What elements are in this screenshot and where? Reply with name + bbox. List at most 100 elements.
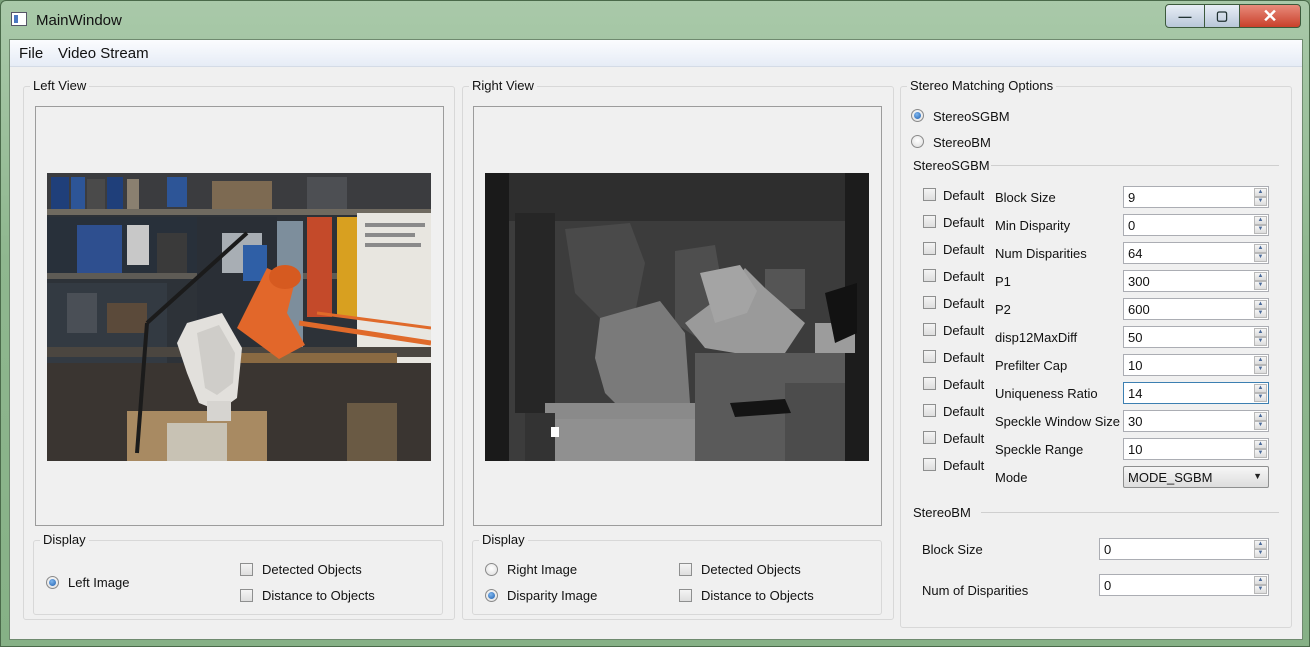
param-label-min-disparity: Min Disparity: [995, 218, 1071, 233]
spin-up-icon[interactable]: ▲: [1254, 300, 1267, 309]
param-label-num-disparities: Num Disparities: [995, 246, 1087, 261]
bm-label-num-of-disparities: Num of Disparities: [922, 583, 1029, 598]
left-detected-objects-checkbox[interactable]: [240, 563, 253, 576]
spin-up-icon[interactable]: ▲: [1254, 576, 1267, 585]
default-checkbox-p2[interactable]: [923, 296, 936, 309]
spin-up-icon[interactable]: ▲: [1254, 412, 1267, 421]
spin-down-icon[interactable]: ▼: [1254, 549, 1267, 558]
stereo-sgbm-radio-label: StereoSGBM: [933, 109, 1010, 124]
left-image-frame: [35, 106, 444, 526]
stereo-bm-radio[interactable]: [911, 135, 924, 148]
maximize-button[interactable]: ▢: [1204, 4, 1240, 28]
spin-down-icon[interactable]: ▼: [1254, 197, 1267, 206]
spin-up-icon[interactable]: ▲: [1254, 356, 1267, 365]
spin-value: 600: [1128, 302, 1150, 317]
spin-down-icon[interactable]: ▼: [1254, 253, 1267, 262]
default-checkbox-prefilter-cap[interactable]: [923, 350, 936, 363]
left-image-label: Left Image: [68, 575, 130, 590]
default-label: Default: [943, 215, 985, 230]
default-checkbox-speckle-window-size[interactable]: [923, 404, 936, 417]
p2-spinbox[interactable]: 600 ▲ ▼: [1123, 298, 1269, 320]
mode-selected-value: MODE_SGBM: [1128, 470, 1213, 485]
default-checkbox-uniqueness-ratio[interactable]: [923, 377, 936, 390]
left-view-title: Left View: [30, 78, 90, 93]
minimize-button[interactable]: —: [1165, 4, 1205, 28]
speckle-range-spinbox[interactable]: 10 ▲ ▼: [1123, 438, 1269, 460]
param-label-disp12maxdiff: disp12MaxDiff: [995, 330, 1078, 345]
spin-down-icon[interactable]: ▼: [1254, 309, 1267, 318]
disp12maxdiff-spinbox[interactable]: 50 ▲ ▼: [1123, 326, 1269, 348]
default-label: Default: [943, 269, 985, 284]
disparity-image-radio[interactable]: [485, 589, 498, 602]
p1-spinbox[interactable]: 300 ▲ ▼: [1123, 270, 1269, 292]
num-disparities-spinbox[interactable]: 64 ▲ ▼: [1123, 242, 1269, 264]
spin-up-icon[interactable]: ▲: [1254, 272, 1267, 281]
spin-value: 10: [1128, 358, 1143, 373]
window-title: MainWindow: [36, 12, 122, 29]
main-window-client: File Video Stream Left View Display Left…: [9, 39, 1303, 640]
spin-down-icon[interactable]: ▼: [1254, 393, 1267, 402]
menu-video-stream[interactable]: Video Stream: [58, 45, 149, 62]
bm-num-disparities-spinbox[interactable]: 0 ▲ ▼: [1099, 574, 1269, 596]
title-bar[interactable]: MainWindow — ▢ ✕: [1, 1, 1310, 39]
spin-down-icon[interactable]: ▼: [1254, 449, 1267, 458]
chevron-down-icon: ▼: [1253, 471, 1262, 481]
default-checkbox-speckle-range[interactable]: [923, 431, 936, 444]
left-image-radio[interactable]: [46, 576, 59, 589]
param-label-prefilter-cap: Prefilter Cap: [995, 358, 1068, 373]
spin-up-icon[interactable]: ▲: [1254, 440, 1267, 449]
disparity-image: [485, 173, 869, 461]
param-label-p2: P2: [995, 302, 1011, 317]
left-distance-checkbox[interactable]: [240, 589, 253, 602]
default-checkbox-mode[interactable]: [923, 458, 936, 471]
speckle-window-size-spinbox[interactable]: 30 ▲ ▼: [1123, 410, 1269, 432]
right-distance-label: Distance to Objects: [701, 588, 814, 603]
spin-up-icon[interactable]: ▲: [1254, 540, 1267, 549]
default-checkbox-num-disparities[interactable]: [923, 242, 936, 255]
bm-block-size-spinbox[interactable]: 0 ▲ ▼: [1099, 538, 1269, 560]
spin-down-icon[interactable]: ▼: [1254, 421, 1267, 430]
spin-down-icon[interactable]: ▼: [1254, 365, 1267, 374]
default-label: Default: [943, 350, 985, 365]
spin-up-icon[interactable]: ▲: [1254, 384, 1267, 393]
spin-down-icon[interactable]: ▼: [1254, 585, 1267, 594]
min-disparity-spinbox[interactable]: 0 ▲ ▼: [1123, 214, 1269, 236]
spin-down-icon[interactable]: ▼: [1254, 225, 1267, 234]
spin-down-icon[interactable]: ▼: [1254, 281, 1267, 290]
default-label: Default: [943, 323, 985, 338]
stereo-bm-section-title: StereoBM: [913, 505, 975, 520]
param-label-speckle-window-size: Speckle Window Size: [995, 414, 1120, 429]
default-checkbox-disp12maxdiff[interactable]: [923, 323, 936, 336]
spin-up-icon[interactable]: ▲: [1254, 216, 1267, 225]
stereo-sgbm-radio[interactable]: [911, 109, 924, 122]
default-label: Default: [943, 188, 985, 203]
default-checkbox-min-disparity[interactable]: [923, 215, 936, 228]
default-checkbox-block-size[interactable]: [923, 188, 936, 201]
spin-up-icon[interactable]: ▲: [1254, 328, 1267, 337]
close-button[interactable]: ✕: [1239, 4, 1301, 28]
spin-down-icon[interactable]: ▼: [1254, 337, 1267, 346]
right-distance-checkbox[interactable]: [679, 589, 692, 602]
stereo-bm-separator: [981, 512, 1279, 513]
stereo-matching-options-group: Stereo Matching Options StereoSGBM Stere…: [900, 78, 1292, 628]
stereo-sgbm-section-title: StereoSGBM: [913, 158, 994, 173]
mode-dropdown[interactable]: MODE_SGBM ▼: [1123, 466, 1269, 488]
default-checkbox-p1[interactable]: [923, 269, 936, 282]
menu-bar: File Video Stream: [10, 40, 1302, 67]
right-image-frame: [473, 106, 882, 526]
param-label-speckle-range: Speckle Range: [995, 442, 1084, 457]
uniqueness-ratio-spinbox[interactable]: 14 ▲ ▼: [1123, 382, 1269, 404]
right-detected-objects-checkbox[interactable]: [679, 563, 692, 576]
right-display-group: Display Right Image Disparity Image Dete…: [472, 532, 882, 615]
prefilter-cap-spinbox[interactable]: 10 ▲ ▼: [1123, 354, 1269, 376]
spin-value: 30: [1128, 414, 1143, 429]
spin-value: 0: [1128, 218, 1136, 233]
default-label: Default: [943, 242, 985, 257]
spin-up-icon[interactable]: ▲: [1254, 188, 1267, 197]
spin-up-icon[interactable]: ▲: [1254, 244, 1267, 253]
menu-file[interactable]: File: [19, 45, 43, 62]
right-image-radio[interactable]: [485, 563, 498, 576]
left-camera-image: [47, 173, 431, 461]
block-size-spinbox[interactable]: 9 ▲ ▼: [1123, 186, 1269, 208]
param-label-uniqueness-ratio: Uniqueness Ratio: [995, 386, 1098, 401]
